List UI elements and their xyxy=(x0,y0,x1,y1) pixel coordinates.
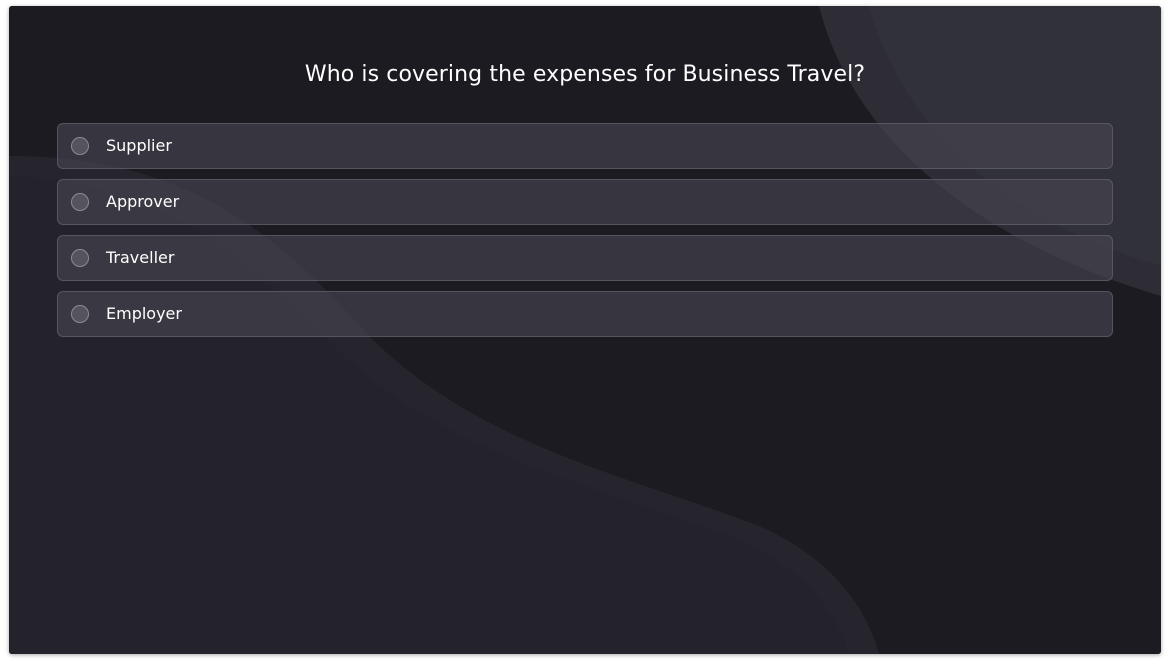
option-label: Traveller xyxy=(106,248,175,267)
option-label: Approver xyxy=(106,192,180,211)
option-traveller[interactable]: Traveller xyxy=(57,235,1113,281)
question-title: Who is covering the expenses for Busines… xyxy=(304,62,866,87)
radio-button[interactable] xyxy=(71,137,89,155)
option-employer[interactable]: Employer xyxy=(57,291,1113,337)
option-approver[interactable]: Approver xyxy=(57,179,1113,225)
radio-button[interactable] xyxy=(71,193,89,211)
option-label: Supplier xyxy=(106,136,172,155)
option-supplier[interactable]: Supplier xyxy=(57,123,1113,169)
option-label: Employer xyxy=(106,304,182,323)
radio-button[interactable] xyxy=(71,249,89,267)
answer-options: Supplier Approver Traveller Employer xyxy=(57,123,1113,347)
quiz-card: Who is covering the expenses for Busines… xyxy=(9,6,1161,654)
radio-button[interactable] xyxy=(71,305,89,323)
